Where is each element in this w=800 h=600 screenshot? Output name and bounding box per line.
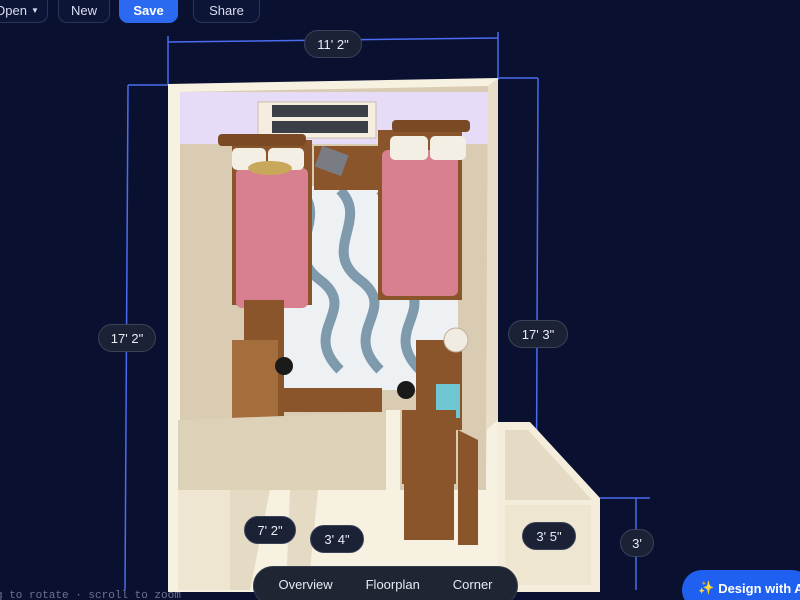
dim-room-width: 11' 2"	[304, 30, 362, 58]
new-label: New	[70, 3, 97, 18]
save-button[interactable]: Save	[119, 0, 178, 23]
dim-room-left-length: 17' 2"	[98, 324, 156, 352]
dim-alcove-width: 3' 5"	[522, 522, 576, 550]
design-with-ai-button[interactable]: ✨ Design with AI	[682, 570, 800, 600]
desk-chair-left	[275, 357, 293, 375]
save-label: Save	[133, 3, 164, 18]
tab-overview[interactable]: Overview	[278, 577, 332, 592]
new-button[interactable]: New	[58, 0, 110, 23]
open-menu-button[interactable]: Open ▼	[0, 0, 48, 23]
alcove	[498, 422, 600, 592]
ceiling-vent	[257, 101, 377, 139]
right-bed	[378, 120, 470, 300]
dim-alcove-depth: 3'	[620, 529, 654, 557]
tab-corner[interactable]: Corner	[453, 577, 493, 592]
dresser	[284, 388, 382, 412]
share-label: Share	[209, 3, 244, 18]
decor-pillow	[248, 161, 292, 175]
view-switcher: Overview Floorplan Corner	[253, 566, 518, 600]
interaction-hint: g to rotate · scroll to zoom	[0, 590, 181, 600]
desk-chair-right	[397, 381, 415, 399]
open-label: Open	[0, 3, 27, 18]
left-bed	[218, 134, 312, 308]
sparkles-icon: ✨	[698, 580, 715, 595]
dim-room-right-length: 17' 3"	[508, 320, 568, 348]
tab-floorplan[interactable]: Floorplan	[366, 577, 420, 592]
wardrobe	[402, 410, 456, 484]
share-button[interactable]: Share	[193, 0, 260, 23]
lamp	[443, 327, 469, 353]
dim-closet-depth: 3' 4"	[310, 525, 364, 553]
dim-closet-width: 7' 2"	[244, 516, 296, 544]
caret-down-icon: ▼	[30, 6, 39, 15]
design-with-ai-label: Design with AI	[718, 580, 800, 596]
room-3d-view[interactable]	[0, 0, 800, 600]
